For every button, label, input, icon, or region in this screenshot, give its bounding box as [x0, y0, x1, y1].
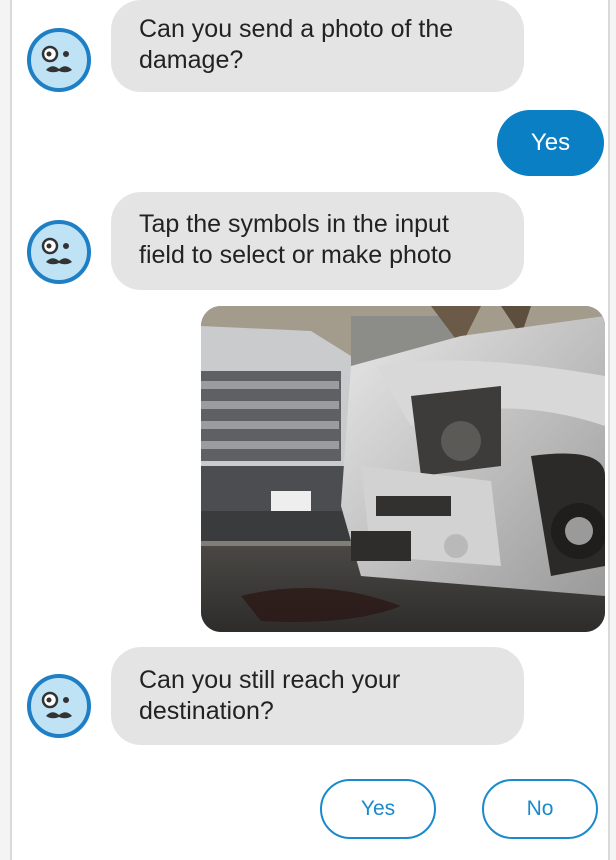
bot-face-icon	[27, 28, 91, 92]
quick-reply-no[interactable]: No	[482, 779, 598, 839]
bot-avatar	[26, 219, 92, 285]
bot-message: Tap the symbols in the input field to se…	[111, 192, 524, 290]
bot-avatar	[26, 27, 92, 93]
bot-avatar	[26, 673, 92, 739]
bot-face-icon	[27, 220, 91, 284]
bot-message: Can you send a photo of the damage?	[111, 0, 524, 92]
bot-message: Can you still reach your destination?	[111, 647, 524, 745]
message-line: damage?	[139, 46, 244, 74]
message-line: Tap the symbols in the input	[139, 210, 449, 238]
message-line: Can you still reach your	[139, 666, 401, 694]
damage-photo[interactable]	[201, 306, 605, 632]
car-crash-image	[201, 306, 605, 632]
bot-face-icon	[27, 674, 91, 738]
left-frame-edge	[0, 0, 12, 860]
message-line: field to select or make photo	[139, 241, 452, 269]
quick-reply-yes[interactable]: Yes	[320, 779, 436, 839]
user-message: Yes	[497, 110, 604, 176]
right-frame-edge	[608, 0, 616, 860]
message-line: Can you send a photo of the	[139, 15, 454, 43]
message-line: destination?	[139, 697, 274, 725]
